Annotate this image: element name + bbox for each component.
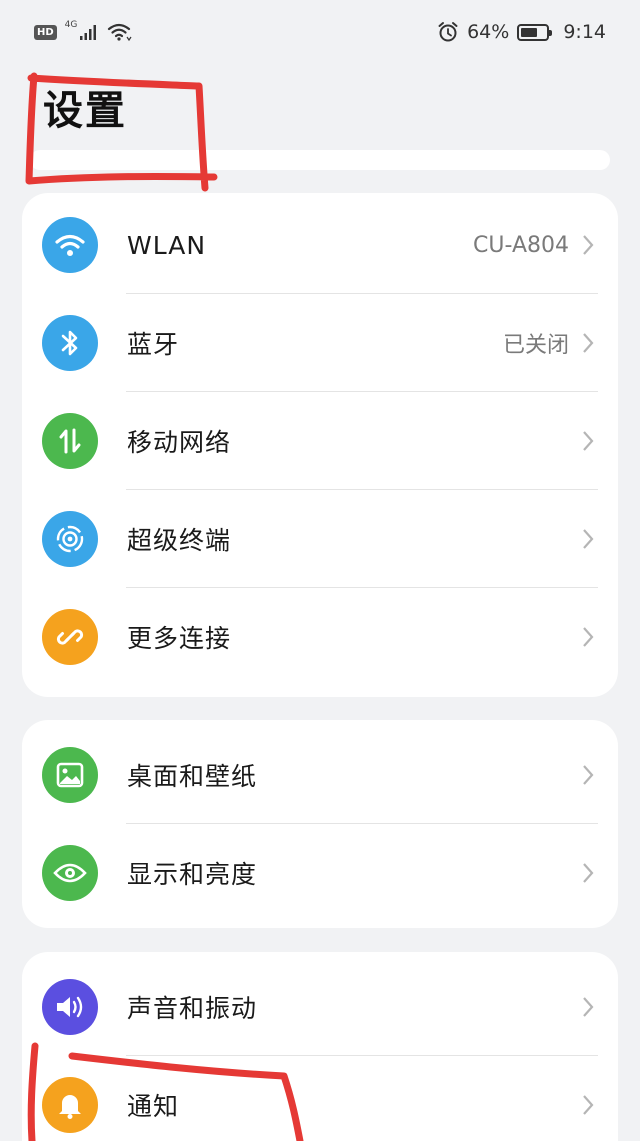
row-display-brightness[interactable]: 显示和亮度 [22,824,618,922]
chevron-right-icon [583,997,594,1017]
eye-icon [42,845,98,901]
chevron-right-icon [583,863,594,883]
status-left: HD 4G [34,20,133,42]
alarm-icon [438,22,458,42]
row-value: 已关闭 [502,333,569,358]
row-label: WLAN [127,230,207,260]
wallpaper-icon [42,747,98,803]
chevron-right-icon [583,1095,594,1115]
row-label: 显示和亮度 [127,860,258,889]
hd-badge: HD [34,24,57,40]
wifi-icon [42,217,98,273]
status-right: 64% 9:14 [437,21,606,43]
chevron-right-icon [583,529,594,549]
search-bar[interactable] [30,150,610,170]
row-label: 超级终端 [127,526,232,555]
network-type: 4G [64,20,78,30]
bluetooth-icon [42,315,98,371]
chevron-right-icon [583,235,594,255]
row-sound-vibration[interactable]: 声音和振动 [22,958,618,1056]
row-more-connections[interactable]: 更多连接 [22,588,618,686]
row-label: 桌面和壁纸 [127,762,258,791]
chevron-right-icon [583,431,594,451]
wifi-status-icon [108,23,132,42]
page-title: 设置 [43,88,127,134]
battery-icon [517,23,553,41]
row-wlan[interactable]: WLAN CU-A804 [22,196,618,294]
chevron-right-icon [583,333,594,353]
signal-icon [80,25,97,40]
row-mobile-network[interactable]: 移动网络 [22,392,618,490]
chevron-right-icon [583,627,594,647]
mobile-data-icon [42,413,98,469]
row-label: 通知 [127,1092,180,1121]
settings-group-sound-notify: 声音和振动 通知 [22,952,618,1141]
battery-fill [521,27,537,37]
row-super-device[interactable]: 超级终端 [22,490,618,588]
row-label: 移动网络 [127,428,232,457]
row-value: CU-A804 [473,232,569,258]
status-bar: HD 4G 64% 9:14 [0,0,640,64]
chevron-right-icon [583,765,594,785]
row-label: 声音和振动 [127,994,258,1023]
speaker-icon [42,979,98,1035]
link-icon [42,609,98,665]
settings-group-display: 桌面和壁纸 显示和亮度 [22,720,618,928]
row-wallpaper[interactable]: 桌面和壁纸 [22,726,618,824]
row-label: 更多连接 [127,624,232,653]
super-device-icon [42,511,98,567]
row-notifications[interactable]: 通知 [22,1056,618,1141]
settings-group-connectivity: WLAN CU-A804 蓝牙 已关闭 移动网络 超级终端 更多连接 [22,193,618,697]
row-bluetooth[interactable]: 蓝牙 已关闭 [22,294,618,392]
row-label: 蓝牙 [127,330,180,359]
battery-percent: 64% [467,21,510,43]
clock: 9:14 [563,21,606,43]
bell-icon [42,1077,98,1133]
